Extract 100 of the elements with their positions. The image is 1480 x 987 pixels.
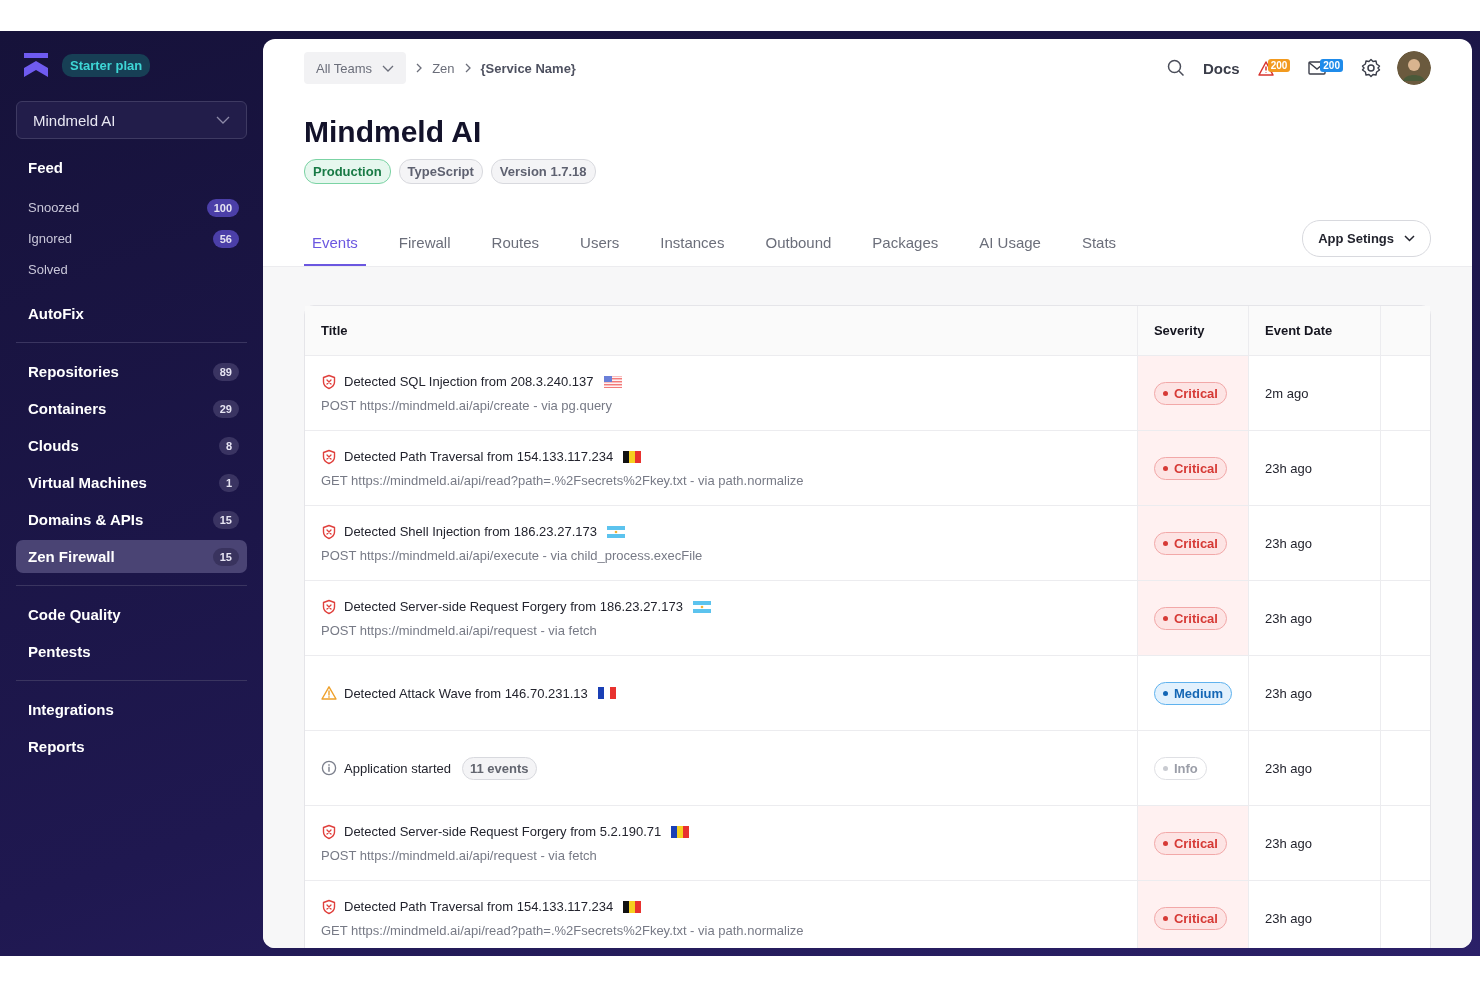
tab[interactable]: AI Usage [971, 220, 1049, 266]
event-title[interactable]: Application started [344, 760, 451, 776]
tab[interactable]: Users [572, 220, 628, 266]
event-title[interactable]: Detected Path Traversal from 154.133.117.234 [344, 449, 614, 464]
info-icon [321, 760, 337, 776]
flag-icon [603, 375, 622, 388]
sidebar-item[interactable]: Zen Firewall 15 [16, 540, 247, 573]
avatar[interactable] [1397, 51, 1431, 85]
tab[interactable]: Outbound [757, 220, 840, 266]
table-cell: 2m ago [1248, 356, 1380, 431]
count-badge: 1 [218, 473, 239, 492]
tab[interactable]: Instances [652, 220, 733, 266]
event-detail: POST https://mindmeld.ai/api/create - via pg.query [321, 397, 613, 413]
tab[interactable]: Firewall [390, 220, 459, 266]
count-badge: 89 [212, 362, 239, 381]
sidebar-item[interactable]: Clouds 8 [16, 429, 247, 462]
table-cell: 23h ago [1248, 806, 1380, 881]
chevron-down-icon [216, 116, 230, 124]
severity-badge: Info [1153, 756, 1207, 780]
count-badge: 29 [212, 399, 239, 418]
flag-icon [597, 687, 616, 699]
nav-label: Domains & APIs [28, 511, 144, 528]
event-title[interactable]: Detected Shell Injection from 186.23.27.173 [344, 524, 597, 539]
sidebar-item[interactable]: Code Quality [16, 598, 247, 631]
severity-badge: Critical [1153, 531, 1227, 555]
sidebar-item[interactable]: Integrations [16, 693, 247, 726]
sidebar-item[interactable]: Repositories 89 [16, 355, 247, 388]
chevron-right-icon [464, 63, 471, 73]
sidebar-item[interactable]: Pentests [16, 635, 247, 668]
sidebar-item[interactable]: Domains & APIs 15 [16, 503, 247, 536]
table-cell: 23h ago [1248, 656, 1380, 731]
event-detail: POST https://mindmeld.ai/api/request - via fetch [321, 622, 598, 638]
breadcrumb-link[interactable]: Zen [432, 60, 455, 76]
page-title: Mindmeld AI [304, 115, 483, 149]
warning-icon [321, 685, 337, 701]
settings-icon[interactable] [1361, 58, 1381, 78]
table-cell: 23h ago [1248, 731, 1380, 806]
table-cell: 23h ago [1248, 431, 1380, 506]
sidebar-item[interactable]: Containers 29 [16, 392, 247, 425]
team-dropdown[interactable]: All Teams [304, 52, 407, 84]
table-cell: 23h ago [1248, 881, 1380, 948]
shield-icon [321, 448, 337, 465]
event-title[interactable]: Detected Attack Wave from 146.70.231.13 [344, 685, 588, 701]
shield-icon [321, 898, 337, 915]
event-title[interactable]: Detected Server-side Request Forgery from 5.2.190.71 [344, 824, 662, 839]
table-cell: 23h ago [1248, 581, 1380, 656]
shield-icon [321, 523, 337, 540]
sidebar-item[interactable]: Solved [16, 256, 247, 283]
nav-label: Repositories [28, 363, 119, 380]
flag-icon [623, 900, 642, 913]
event-detail: POST https://mindmeld.ai/api/execute - via child_process.execFile [321, 547, 704, 563]
event-detail: GET https://mindmeld.ai/api/read?path=.%2Fsecrets%2Fkey.txt - via path.normalize [321, 922, 805, 938]
event-detail: POST https://mindmeld.ai/api/request - via fetch [321, 847, 598, 863]
sidebar-item[interactable]: AutoFix [16, 297, 247, 330]
nav-label: Ignored [28, 231, 73, 246]
sidebar-item[interactable]: Ignored 56 [16, 225, 247, 252]
tab[interactable]: Stats [1073, 220, 1125, 266]
plan-badge: Starter plan [62, 53, 151, 77]
app-settings-button[interactable]: App Setings [1302, 220, 1431, 257]
alert-count: 200 [1267, 58, 1291, 72]
message-count: 200 [1320, 58, 1343, 72]
count-badge: 15 [212, 510, 239, 529]
sidebar-item[interactable]: Reports [16, 730, 247, 763]
shield-icon [321, 598, 337, 615]
chevron-right-icon [416, 63, 423, 73]
tag: Production [304, 159, 391, 184]
count-badge: 15 [212, 547, 239, 566]
docs-link[interactable]: Docs [1202, 59, 1240, 77]
breadcrumb-link[interactable]: {Service Name} [480, 60, 576, 76]
nav-label: Containers [28, 400, 107, 417]
tab[interactable]: Routes [483, 220, 548, 266]
nav-label: Virtual Machines [28, 474, 147, 491]
severity-badge: Critical [1153, 906, 1227, 930]
nav-label: Snoozed [28, 200, 80, 215]
chevron-down-icon [382, 64, 395, 72]
flag-icon [692, 600, 711, 613]
sidebar-item[interactable]: Snoozed 100 [16, 194, 247, 221]
search-icon[interactable] [1166, 59, 1185, 77]
shield-icon [321, 823, 337, 840]
severity-badge: Critical [1153, 456, 1227, 480]
count-badge: 100 [206, 198, 239, 217]
severity-badge: Critical [1153, 606, 1227, 630]
tag: Version 1.7.18 [490, 159, 596, 184]
sidebar-item[interactable]: Feed [16, 151, 247, 184]
logo-icon[interactable] [24, 53, 48, 77]
chevron-down-icon [1404, 235, 1415, 242]
flag-icon [623, 450, 642, 463]
flag-icon [606, 525, 625, 538]
event-title[interactable]: Detected Path Traversal from 154.133.117.234 [344, 899, 614, 914]
flag-icon [671, 825, 690, 838]
event-title[interactable]: Detected SQL Injection from 208.3.240.137 [344, 374, 594, 389]
event-count-badge: 11 events [461, 756, 537, 780]
severity-badge: Medium [1153, 681, 1232, 705]
nav-label: Clouds [28, 437, 79, 454]
severity-badge: Critical [1153, 831, 1227, 855]
event-title[interactable]: Detected Server-side Request Forgery from 186.23.27.173 [344, 599, 683, 614]
workspace-dropdown[interactable]: Mindmeld AI [16, 101, 247, 139]
tab[interactable]: Packages [864, 220, 947, 266]
event-detail: GET https://mindmeld.ai/api/read?path=.%2Fsecrets%2Fkey.txt - via path.normalize [321, 472, 805, 488]
sidebar-item[interactable]: Virtual Machines 1 [16, 466, 247, 499]
